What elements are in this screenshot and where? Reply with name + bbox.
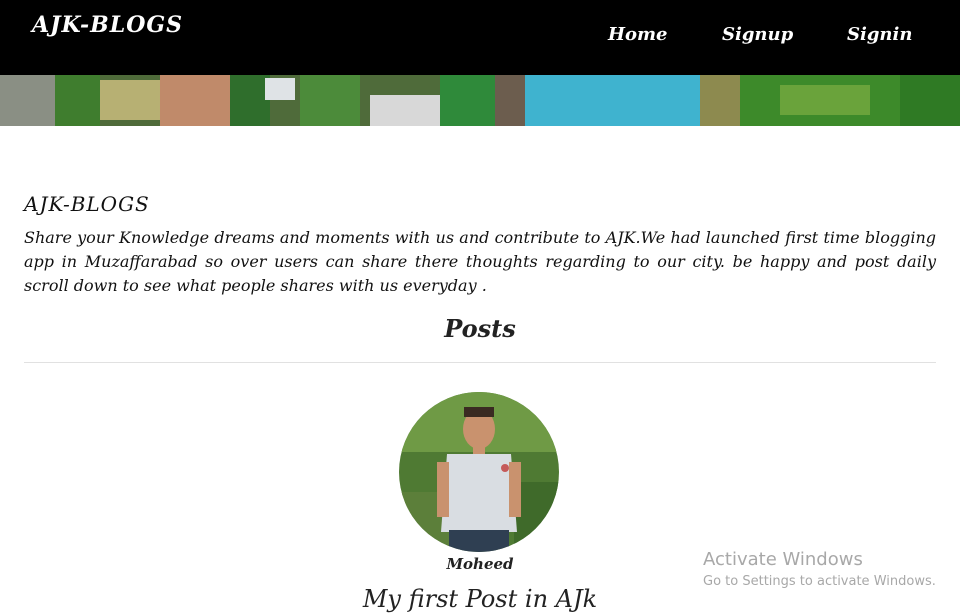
- watermark-line2: Go to Settings to activate Windows.: [703, 574, 936, 589]
- hero-banner-image: [0, 75, 960, 126]
- posts-heading: Posts: [444, 314, 516, 343]
- intro-description: Share your Knowledge dreams and moments …: [24, 228, 936, 295]
- nav-signup-link[interactable]: Signup: [722, 24, 793, 45]
- post-title-link[interactable]: My first Post in AJk: [0, 585, 960, 613]
- author-avatar[interactable]: [399, 392, 559, 552]
- windows-activation-watermark: Activate Windows Go to Settings to activ…: [703, 549, 936, 589]
- brand-logo[interactable]: AJK-BLOGS: [32, 12, 183, 38]
- nav-signin-link[interactable]: Signin: [847, 24, 912, 45]
- nav-home-link[interactable]: Home: [608, 24, 668, 45]
- top-navbar: AJK-BLOGS Home Signup Signin: [0, 0, 960, 75]
- watermark-line1: Activate Windows: [703, 549, 863, 570]
- section-divider: [24, 362, 936, 363]
- intro-title: AJK-BLOGS: [24, 192, 150, 216]
